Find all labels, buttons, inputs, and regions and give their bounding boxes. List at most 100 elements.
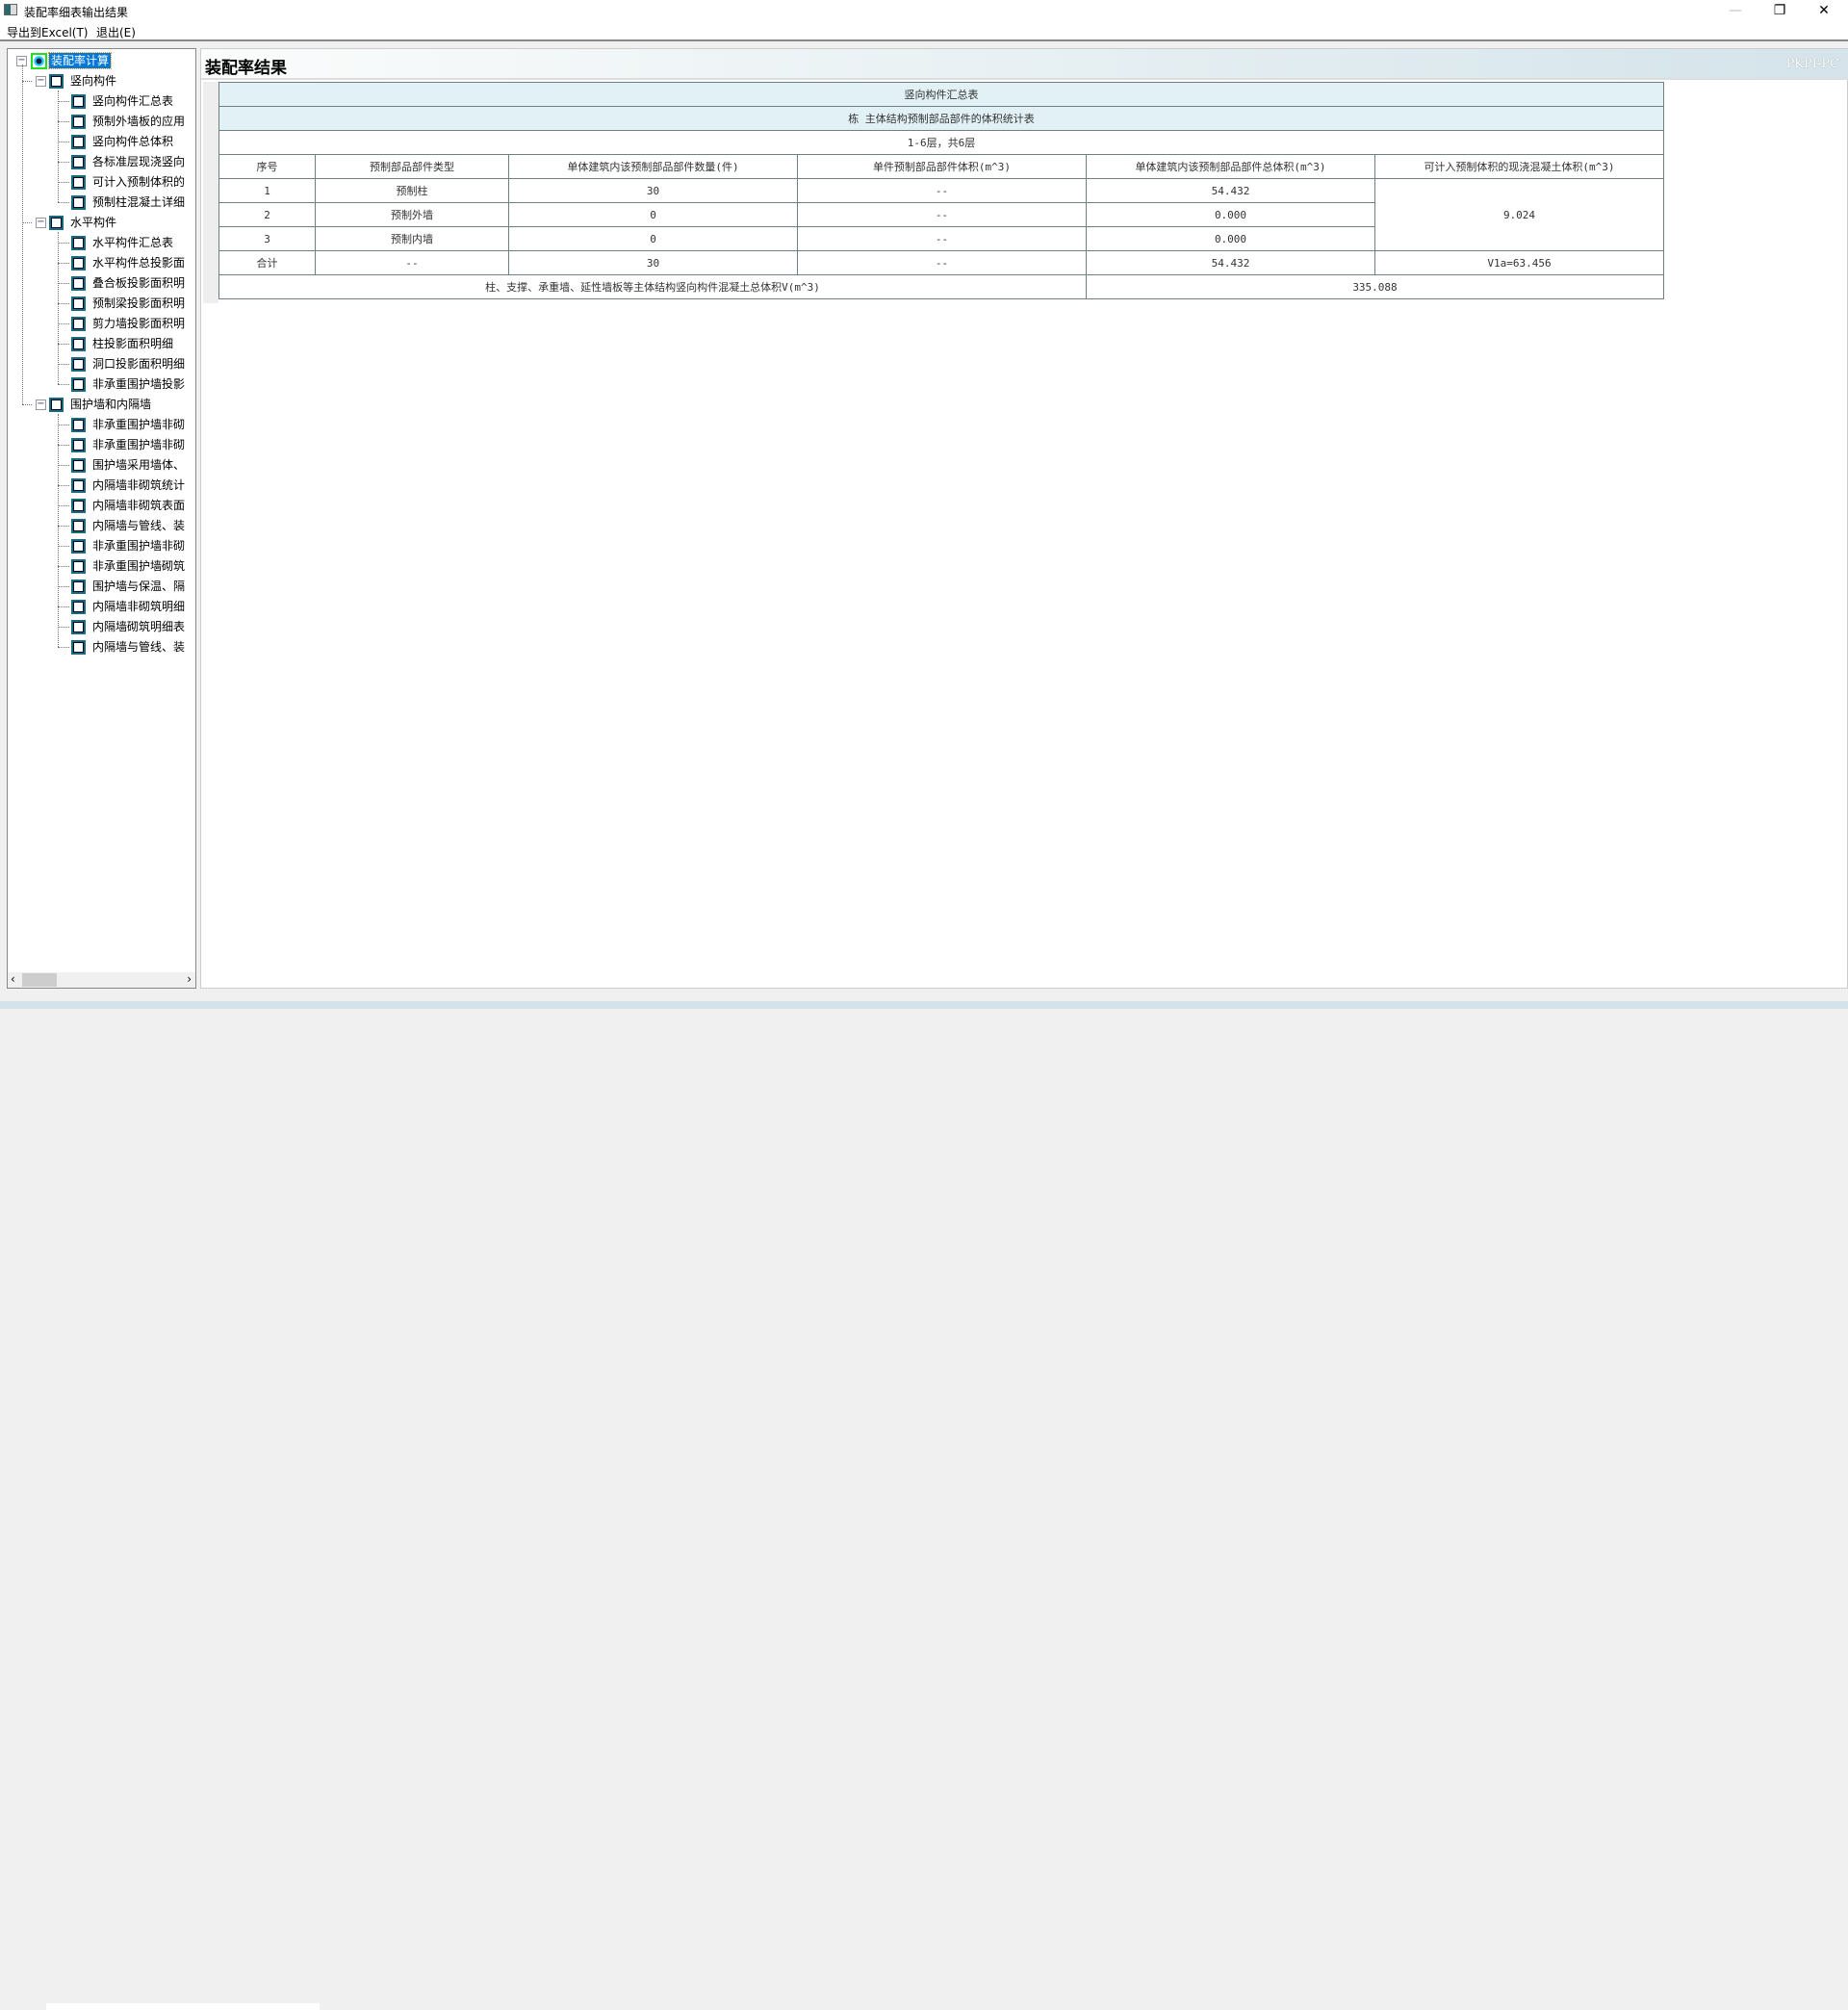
tree-item[interactable]: 水平构件汇总表 (71, 233, 173, 252)
tree-item[interactable]: 非承重围护墙非砌 (71, 415, 185, 434)
tree-item[interactable]: 预制柱混凝土详细 (71, 193, 185, 212)
menu-exit[interactable]: 退出(E) (96, 24, 136, 40)
menu-export-excel[interactable]: 导出到Excel(T) (7, 24, 88, 40)
checkbox[interactable] (71, 519, 86, 533)
window-title: 装配率细表输出结果 (24, 6, 129, 19)
tree-root[interactable]: 装配率计算 (31, 51, 113, 70)
root-checkbox-icon[interactable] (31, 53, 47, 69)
tree-item[interactable]: 内隔墙砌筑明细表 (71, 617, 185, 636)
checkbox[interactable] (49, 398, 64, 412)
checkbox[interactable] (71, 539, 86, 554)
tree-item[interactable]: 水平构件总投影面 (71, 253, 185, 272)
checkbox[interactable] (71, 580, 86, 594)
checkbox[interactable] (71, 458, 86, 473)
tree-item[interactable]: 竖向构件总体积 (71, 132, 173, 151)
tree-item[interactable]: 柱投影面积明细 (71, 334, 173, 353)
tree-group[interactable]: 水平构件 (49, 213, 116, 232)
horizontal-scrollbar[interactable]: ‹ › (8, 972, 195, 988)
checkbox[interactable] (71, 276, 86, 291)
tree-item[interactable]: 非承重围护墙投影 (71, 374, 185, 394)
checkbox[interactable] (71, 357, 86, 372)
collapse-icon[interactable]: − (36, 76, 46, 87)
tree-group[interactable]: 围护墙和内隔墙 (49, 395, 151, 414)
checkbox[interactable] (71, 256, 86, 271)
checkbox[interactable] (71, 296, 86, 311)
checkbox[interactable] (71, 600, 86, 614)
tree-item-label: 洞口投影面积明细 (92, 357, 186, 371)
tree-group-label: 竖向构件 (70, 74, 117, 88)
checkbox[interactable] (71, 377, 86, 392)
tree-item[interactable]: 内隔墙与管线、装 (71, 516, 185, 535)
tree-item[interactable]: 非承重围护墙砌筑 (71, 556, 185, 576)
tree-item[interactable]: 内隔墙非砌筑统计 (71, 476, 185, 495)
tree-item-label: 内隔墙非砌筑表面 (92, 499, 186, 512)
checkbox[interactable] (71, 94, 86, 109)
tree-item[interactable]: 非承重围护墙非砌 (71, 536, 185, 555)
cell: 1 (218, 178, 316, 203)
tree-item[interactable]: 内隔墙与管线、装 (71, 637, 185, 657)
checkbox[interactable] (71, 155, 86, 169)
collapse-icon[interactable]: − (36, 399, 46, 410)
checkbox[interactable] (71, 317, 86, 331)
scroll-left-icon[interactable]: ‹ (11, 972, 15, 986)
tree-item-label: 内隔墙非砌筑明细 (92, 600, 186, 613)
page-title: 装配率结果 (205, 59, 287, 78)
checkbox[interactable] (71, 337, 86, 351)
tree-group[interactable]: 竖向构件 (49, 71, 116, 90)
tree-item[interactable]: 可计入预制体积的 (71, 172, 185, 192)
tree-item[interactable]: 内隔墙非砌筑明细 (71, 597, 185, 616)
cell: V1a=63.456 (1374, 250, 1664, 275)
scroll-thumb[interactable] (22, 973, 57, 987)
header-cell: 单体建筑内该预制部品部件总体积(m^3) (1086, 154, 1375, 179)
total-row: 合计 -- 30 -- 54.432 V1a=63.456 (218, 250, 1664, 275)
cell: 54.432 (1086, 250, 1375, 275)
scroll-right-icon[interactable]: › (187, 972, 192, 986)
checkbox[interactable] (71, 559, 86, 574)
cell: 0.000 (1086, 226, 1375, 251)
checkbox[interactable] (71, 195, 86, 210)
checkbox[interactable] (49, 216, 64, 230)
checkbox[interactable] (71, 640, 86, 655)
close-button[interactable]: ✕ (1802, 0, 1846, 21)
tree-item-label: 柱投影面积明细 (92, 337, 174, 350)
tree-item[interactable]: 内隔墙非砌筑表面 (71, 496, 185, 515)
tree-view[interactable]: − 装配率计算 − 竖向构件竖向构件汇总表 预制外墙板的应用 竖向构件总体积 各标准层现浇竖… (7, 48, 196, 989)
checkbox[interactable] (71, 236, 86, 250)
app-icon (4, 4, 17, 15)
minimize-button[interactable]: — (1713, 0, 1758, 21)
pc-name: PKPI-PC (1785, 57, 1839, 71)
tree-item[interactable]: 叠合板投影面积明 (71, 273, 185, 293)
collapse-icon[interactable]: − (36, 218, 46, 228)
checkbox[interactable] (71, 135, 86, 149)
summary-value: 335.088 (1086, 274, 1664, 299)
cell: 0 (508, 202, 798, 227)
checkbox[interactable] (49, 74, 64, 89)
restore-button[interactable]: ❐ (1758, 0, 1802, 21)
tree-item-label: 非承重围护墙非砌 (92, 539, 186, 553)
tree-item-label: 非承重围护墙砌筑 (92, 559, 186, 573)
taskbar (0, 1001, 1848, 2010)
checkbox[interactable] (71, 499, 86, 513)
tree-item[interactable]: 非承重围护墙非砌 (71, 435, 185, 454)
tree-item[interactable]: 剪力墙投影面积明 (71, 314, 185, 333)
tree-item[interactable]: 围护墙采用墙体、 (71, 455, 185, 475)
cell: -- (797, 250, 1087, 275)
tree-item[interactable]: 围护墙与保温、隔 (71, 577, 185, 596)
checkbox[interactable] (71, 438, 86, 452)
tree-item-label: 内隔墙与管线、装 (92, 519, 186, 532)
cell: 30 (508, 178, 798, 203)
tree-item[interactable]: 预制外墙板的应用 (71, 112, 185, 131)
checkbox[interactable] (71, 620, 86, 634)
tree-item[interactable]: 竖向构件汇总表 (71, 91, 173, 111)
taskbar-window[interactable] (46, 2003, 320, 2010)
cell: 预制内墙 (315, 226, 509, 251)
tree-item[interactable]: 洞口投影面积明细 (71, 354, 185, 374)
cell: 2 (218, 202, 316, 227)
checkbox[interactable] (71, 175, 86, 190)
checkbox[interactable] (71, 478, 86, 493)
tree-item[interactable]: 预制梁投影面积明 (71, 294, 185, 313)
checkbox[interactable] (71, 115, 86, 129)
cast-volume-cell: 9.024 (1374, 178, 1664, 251)
tree-item[interactable]: 各标准层现浇竖向 (71, 152, 185, 171)
checkbox[interactable] (71, 418, 86, 432)
